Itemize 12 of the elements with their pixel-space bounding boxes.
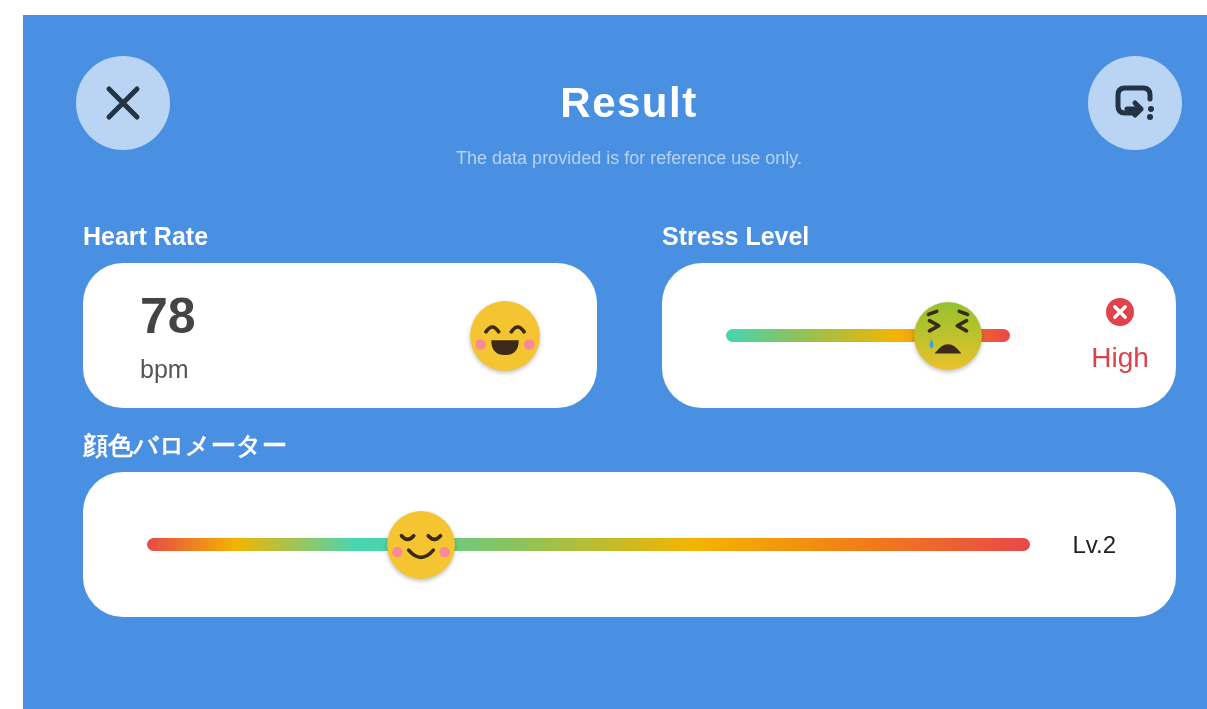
page-title: Result	[560, 78, 698, 128]
section-label: Stress Level	[662, 221, 810, 251]
heart-rate-value: 78	[140, 287, 196, 344]
stress-reading: High	[1091, 341, 1149, 374]
level-reading: Lv.2	[1072, 529, 1116, 560]
disclaimer-text: The data provided is for reference use only.	[456, 147, 802, 169]
share-icon	[1113, 83, 1157, 123]
grinning-face-icon	[468, 298, 542, 373]
heart-rate-unit: bpm	[140, 353, 189, 384]
section-label: 顔色バロメーター	[83, 430, 287, 460]
close-icon	[104, 84, 142, 122]
section-label: Heart Rate	[83, 221, 209, 251]
